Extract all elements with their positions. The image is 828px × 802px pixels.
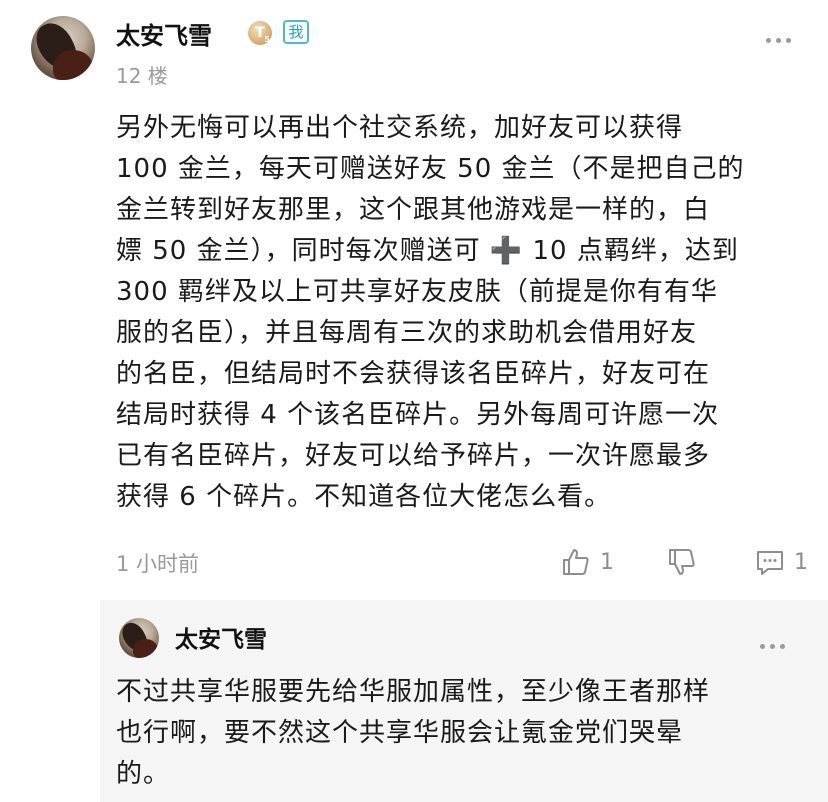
content-line: 嫖 50 金兰），同时每次赠送可 ➕ 10 点羁绊，达到	[116, 236, 739, 266]
like-button[interactable]: 1	[560, 542, 614, 582]
content-line: 100 金兰，每天可赠送好友 50 金兰（不是把自己的	[116, 154, 745, 184]
like-count: 1	[600, 549, 614, 575]
level-badge: T 5	[248, 21, 272, 45]
reply-avatar[interactable]	[119, 618, 159, 658]
content-line: 获得 6 个碎片。不知道各位大佬怎么看。	[116, 482, 612, 512]
comment-button[interactable]: 1	[754, 542, 808, 582]
comment-icon	[757, 551, 783, 575]
thumbs-down-icon	[669, 549, 695, 575]
content-line: 另外无悔可以再出个社交系统，加好友可以获得	[116, 113, 684, 143]
content-line: 服的名臣），并且每周有三次的求助机会借用好友	[116, 318, 698, 348]
avatar[interactable]	[31, 16, 95, 80]
content-line: 已有名臣碎片，好友可以给予碎片，一次许愿最多	[116, 441, 711, 471]
content-line: 结局时获得 4 个该名臣碎片。另外每周可许愿一次	[116, 400, 720, 430]
post-timestamp: 1 小时前	[116, 552, 200, 576]
reply-line: 的。	[116, 759, 171, 789]
level-badge-number: 5	[264, 35, 270, 44]
author-name[interactable]: 太安飞雪	[116, 16, 212, 51]
thumbs-up-icon	[563, 549, 589, 575]
reply-line: 不过共享华服要先给华服加属性，至少像王者那样	[116, 677, 711, 707]
reply-box: 太安飞雪 不过共享华服要先给华服加属性，至少像王者那样 也行啊，要不然这个共享华…	[100, 600, 828, 802]
comment-count: 1	[794, 549, 808, 575]
content-line: 300 羁绊及以上可共享好友皮肤（前提是你有有华	[116, 277, 718, 307]
me-badge: 我	[283, 20, 309, 44]
dislike-button[interactable]	[666, 542, 698, 582]
comment-post: 太安飞雪 T 5 我 12 楼 另外无悔可以再出个社交系统，加好友可以获得 10…	[0, 0, 828, 802]
more-icon[interactable]	[766, 38, 791, 43]
reply-more-icon[interactable]	[760, 644, 785, 649]
reply-author-name[interactable]: 太安飞雪	[175, 620, 267, 654]
level-badge-letter: T	[255, 25, 265, 41]
content-line: 金兰转到好友那里，这个跟其他游戏是一样的，白	[116, 195, 711, 225]
reply-content: 不过共享华服要先给华服加属性，至少像王者那样 也行啊，要不然这个共享华服会让氪金…	[116, 672, 806, 795]
reply-line: 也行啊，要不然这个共享华服会让氪金党们哭晕	[116, 718, 684, 748]
post-content: 另外无悔可以再出个社交系统，加好友可以获得 100 金兰，每天可赠送好友 50 …	[116, 108, 786, 518]
floor-number: 12 楼	[116, 64, 168, 88]
content-line: 的名臣，但结局时不会获得该名臣碎片，好友可在	[116, 359, 711, 389]
